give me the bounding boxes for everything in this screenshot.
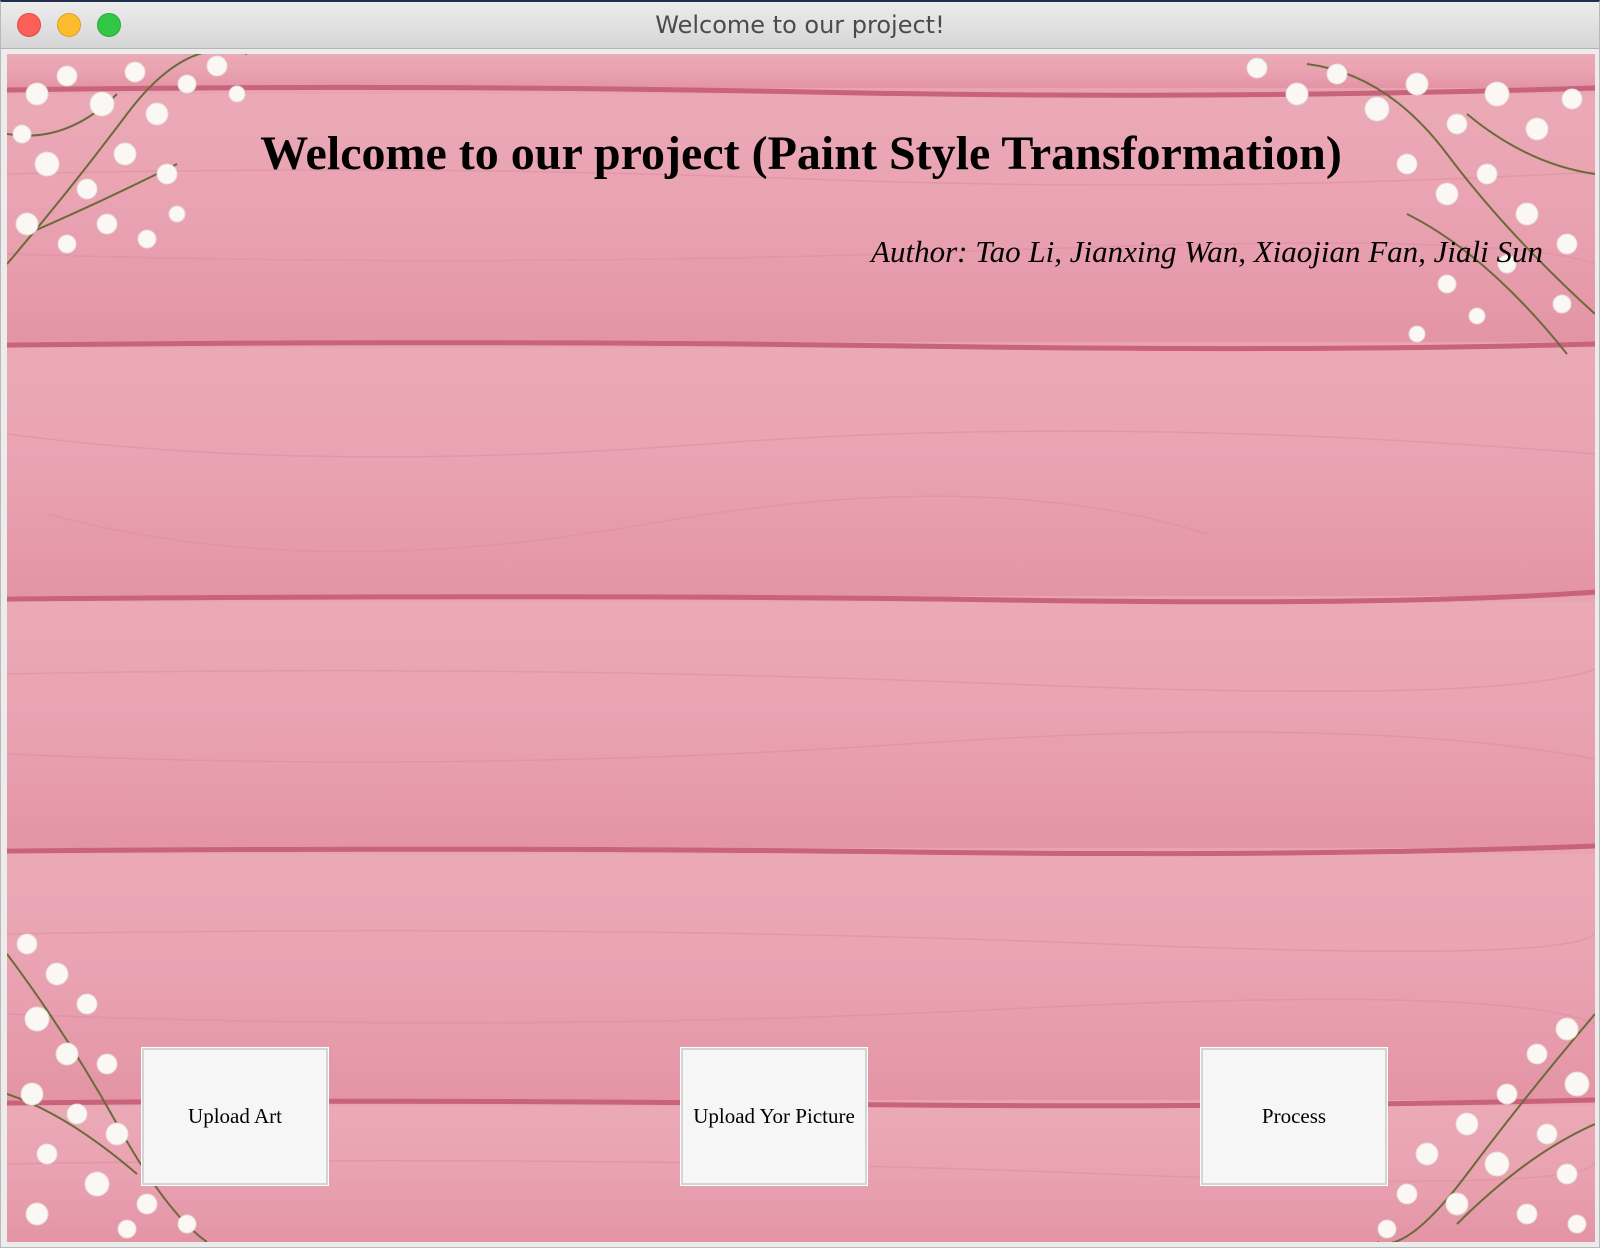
window-title: Welcome to our project!: [655, 11, 945, 39]
app-window: Welcome to our project! Welcome to our p…: [0, 0, 1600, 1248]
process-button[interactable]: Process: [1200, 1047, 1388, 1186]
main-content: Welcome to our project (Paint Style Tran…: [7, 54, 1595, 1242]
page-heading: Welcome to our project (Paint Style Tran…: [260, 127, 1342, 180]
author-line: Author: Tao Li, Jianxing Wan, Xiaojian F…: [871, 234, 1543, 269]
title-bar[interactable]: Welcome to our project!: [1, 2, 1599, 49]
upload-art-button[interactable]: Upload Art: [141, 1047, 329, 1186]
upload-picture-button[interactable]: Upload Yor Picture: [680, 1047, 868, 1186]
